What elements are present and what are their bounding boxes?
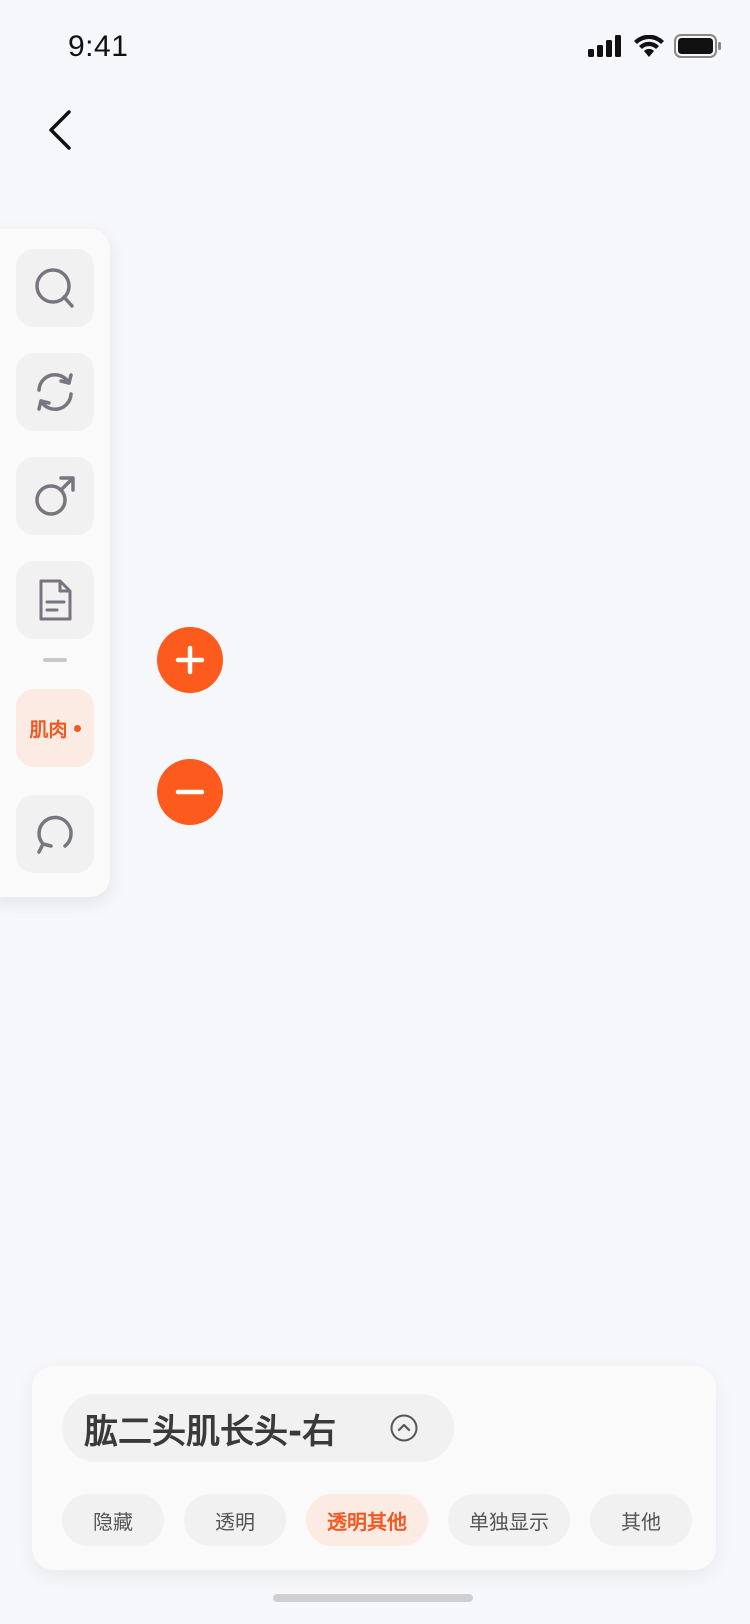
active-dot	[73, 724, 81, 732]
wifi-icon	[634, 35, 664, 57]
muscle-layer-label: 肌肉	[29, 718, 68, 741]
muscle-selector[interactable]: 肱二头肌长头-右	[62, 1394, 454, 1462]
muscle-layer-button[interactable]: 肌肉	[16, 689, 94, 767]
transparent-others-button[interactable]: 透明其他	[306, 1494, 428, 1546]
search-icon	[35, 268, 74, 308]
search-button[interactable]	[16, 249, 94, 327]
hide-button[interactable]: 隐藏	[62, 1494, 164, 1546]
muscle-name: 肱二头肌长头-右	[84, 1411, 337, 1452]
reset-button[interactable]	[16, 795, 94, 873]
home-indicator	[273, 1594, 473, 1602]
toolbar-divider	[43, 658, 67, 662]
action-chips: 隐藏 透明 透明其他 单独显示 其他	[62, 1494, 692, 1546]
chevron-up-circle-icon[interactable]	[390, 1414, 418, 1442]
selection-card: 肱二头肌长头-右 隐藏 透明 透明其他 单独显示 其他	[32, 1366, 716, 1570]
zoom-out-button[interactable]	[157, 759, 223, 825]
status-time: 9:41	[68, 30, 129, 63]
plus-icon	[175, 645, 205, 675]
zoom-in-button[interactable]	[157, 627, 223, 693]
refresh-icon	[37, 373, 73, 411]
status-bar: 9:41	[0, 0, 750, 96]
gender-button[interactable]	[16, 457, 94, 535]
reset-icon	[37, 815, 73, 854]
back-button[interactable]	[40, 106, 80, 154]
chevron-left-icon	[49, 110, 71, 150]
minus-icon	[175, 789, 205, 795]
document-button[interactable]	[16, 561, 94, 639]
show-only-button[interactable]: 单独显示	[448, 1494, 570, 1546]
status-icons	[588, 34, 722, 58]
signal-icon	[588, 35, 621, 57]
male-icon	[35, 476, 75, 516]
battery-icon	[674, 34, 721, 58]
side-toolbar: 肌肉	[0, 229, 110, 897]
rotate-view-button[interactable]	[16, 353, 94, 431]
other-button[interactable]: 其他	[590, 1494, 692, 1546]
document-icon	[39, 579, 72, 621]
transparent-button[interactable]: 透明	[184, 1494, 286, 1546]
